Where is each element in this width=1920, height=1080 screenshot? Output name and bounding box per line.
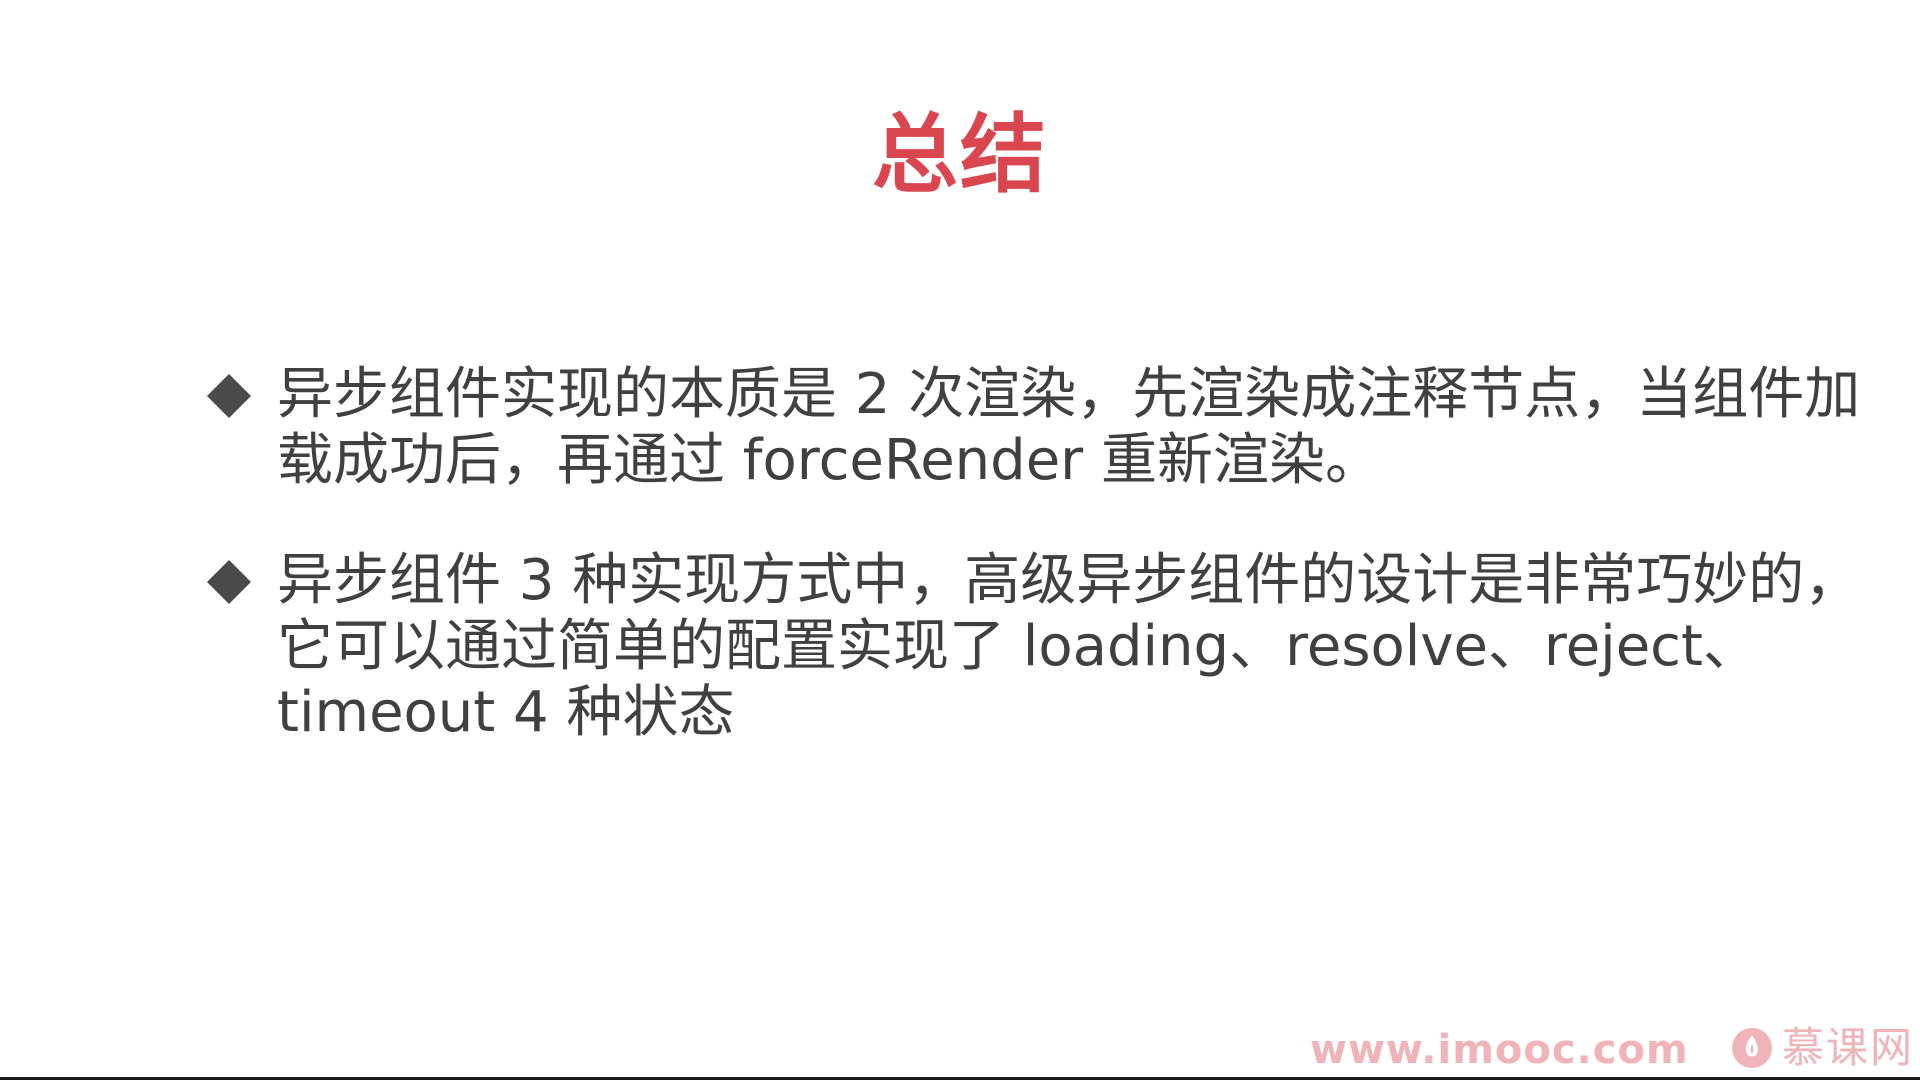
watermark-brand: 慕课网 bbox=[1782, 1023, 1915, 1072]
diamond-bullet-icon bbox=[207, 560, 251, 604]
slide-title: 总结 bbox=[872, 105, 1048, 205]
bullet-text-2: 异步组件 3 种实现方式中，高级异步组件的设计是非常巧妙的，它可以通过简单的配置… bbox=[277, 548, 1861, 745]
watermark-url: www.imooc.com bbox=[1310, 1027, 1689, 1073]
diamond-bullet-icon bbox=[207, 374, 251, 418]
bullet-list: 异步组件实现的本质是 2 次渲染，先渲染成注释节点，当组件加载成功后，再通过 f… bbox=[205, 362, 1915, 800]
bullet-item-1: 异步组件实现的本质是 2 次渲染，先渲染成注释节点，当组件加载成功后，再通过 f… bbox=[205, 362, 1915, 494]
bullet-text-1: 异步组件实现的本质是 2 次渲染，先渲染成注释节点，当组件加载成功后，再通过 f… bbox=[277, 362, 1861, 493]
bullet-item-2: 异步组件 3 种实现方式中，高级异步组件的设计是非常巧妙的，它可以通过简单的配置… bbox=[205, 548, 1915, 746]
flame-logo-icon bbox=[1732, 1028, 1772, 1068]
watermark-logo: 慕课网 bbox=[1730, 1026, 1914, 1070]
slide: 总结 异步组件实现的本质是 2 次渲染，先渲染成注释节点，当组件加载成功后，再通… bbox=[0, 0, 1920, 1080]
